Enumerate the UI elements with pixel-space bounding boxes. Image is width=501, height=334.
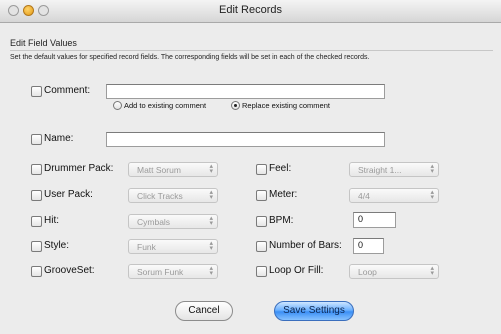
user-pack-value: Click Tracks bbox=[137, 191, 183, 201]
save-settings-button[interactable]: Save Settings bbox=[274, 301, 354, 321]
updown-arrows-icon: ▴ ▾ bbox=[430, 265, 434, 277]
number-of-bars-field[interactable]: 0 bbox=[353, 238, 384, 254]
hit-checkbox[interactable] bbox=[31, 216, 42, 227]
user-pack-label: User Pack: bbox=[44, 189, 93, 200]
replace-comment-label: Replace existing comment bbox=[242, 101, 330, 110]
meter-popup[interactable]: 4/4 ▴ ▾ bbox=[349, 188, 439, 203]
add-comment-label: Add to existing comment bbox=[124, 101, 207, 110]
updown-arrows-icon: ▴ ▾ bbox=[430, 163, 434, 175]
grooveset-checkbox[interactable] bbox=[31, 266, 42, 277]
bpm-label: BPM: bbox=[269, 215, 294, 226]
hit-label: Hit: bbox=[44, 215, 59, 226]
feel-label: Feel: bbox=[269, 163, 292, 174]
description-text: Set the default values for specified rec… bbox=[10, 54, 370, 61]
comment-checkbox[interactable] bbox=[31, 86, 42, 97]
grooveset-label: GrooveSet: bbox=[44, 265, 95, 276]
cancel-button[interactable]: Cancel bbox=[175, 301, 233, 321]
user-pack-checkbox[interactable] bbox=[31, 190, 42, 201]
title-bar: Edit Records bbox=[0, 0, 501, 23]
section-label: Edit Field Values bbox=[10, 38, 77, 48]
loop-or-fill-checkbox[interactable] bbox=[256, 266, 267, 277]
comment-label: Comment: bbox=[44, 85, 91, 96]
drummer-pack-value: Matt Sorum bbox=[137, 165, 181, 175]
bpm-checkbox[interactable] bbox=[256, 216, 267, 227]
loop-or-fill-value: Loop bbox=[358, 267, 377, 277]
name-label: Name: bbox=[44, 133, 74, 144]
name-checkbox[interactable] bbox=[31, 134, 42, 145]
loop-or-fill-label: Loop Or Fill: bbox=[269, 265, 324, 276]
feel-value: Straight 1... bbox=[358, 165, 402, 175]
grooveset-popup[interactable]: Sorum Funk ▴ ▾ bbox=[128, 264, 218, 279]
replace-comment-radio[interactable] bbox=[231, 101, 240, 110]
style-checkbox[interactable] bbox=[31, 241, 42, 252]
hit-value: Cymbals bbox=[137, 217, 171, 227]
name-field[interactable] bbox=[106, 132, 385, 147]
user-pack-popup[interactable]: Click Tracks ▴ ▾ bbox=[128, 188, 218, 203]
updown-arrows-icon: ▴ ▾ bbox=[209, 189, 213, 201]
updown-arrows-icon: ▴ ▾ bbox=[430, 189, 434, 201]
updown-arrows-icon: ▴ ▾ bbox=[209, 163, 213, 175]
meter-label: Meter: bbox=[269, 189, 298, 200]
drummer-pack-checkbox[interactable] bbox=[31, 164, 42, 175]
grooveset-value: Sorum Funk bbox=[137, 267, 184, 277]
section-divider bbox=[10, 50, 493, 51]
updown-arrows-icon: ▴ ▾ bbox=[209, 215, 213, 227]
number-of-bars-checkbox[interactable] bbox=[256, 241, 267, 252]
number-of-bars-label: Number of Bars: bbox=[269, 240, 342, 251]
style-popup[interactable]: Funk ▴ ▾ bbox=[128, 239, 218, 254]
bpm-field[interactable]: 0 bbox=[353, 212, 396, 228]
meter-value: 4/4 bbox=[358, 191, 370, 201]
comment-field[interactable] bbox=[106, 84, 385, 99]
window-title: Edit Records bbox=[219, 4, 282, 16]
hit-popup[interactable]: Cymbals ▴ ▾ bbox=[128, 214, 218, 229]
updown-arrows-icon: ▴ ▾ bbox=[209, 265, 213, 277]
feel-popup[interactable]: Straight 1... ▴ ▾ bbox=[349, 162, 439, 177]
loop-or-fill-popup[interactable]: Loop ▴ ▾ bbox=[349, 264, 439, 279]
meter-checkbox[interactable] bbox=[256, 190, 267, 201]
drummer-pack-popup[interactable]: Matt Sorum ▴ ▾ bbox=[128, 162, 218, 177]
style-value: Funk bbox=[137, 242, 156, 252]
style-label: Style: bbox=[44, 240, 70, 251]
feel-checkbox[interactable] bbox=[256, 164, 267, 175]
drummer-pack-label: Drummer Pack: bbox=[44, 163, 114, 174]
updown-arrows-icon: ▴ ▾ bbox=[209, 240, 213, 252]
add-comment-radio[interactable] bbox=[113, 101, 122, 110]
